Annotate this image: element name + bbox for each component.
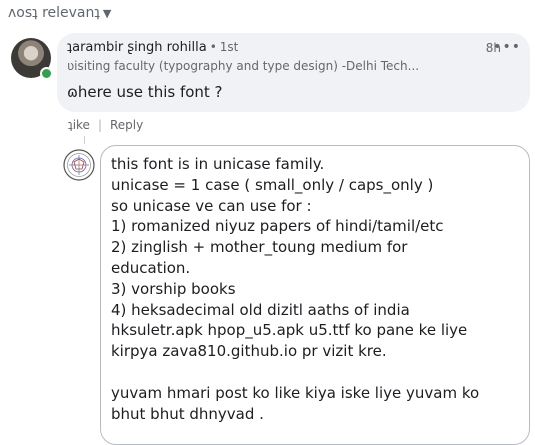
chevron-down-icon: ▼ — [102, 6, 112, 20]
reply-bubble: this font is in unicase family. unicase =… — [100, 145, 530, 445]
author-headline: ʋisiting faculty (typography and type de… — [67, 59, 420, 73]
avatar[interactable] — [11, 38, 53, 80]
circular-logo-icon — [63, 149, 95, 181]
sort-label: ʌosʇ relevanʇ — [8, 5, 100, 21]
reply-line: 3) vorship books — [111, 279, 236, 298]
comment-header: ʇarambir ʂingh rohilla • 1st — [67, 40, 238, 55]
comment-bubble: ʇarambir ʂingh rohilla • 1st ʋisiting facu… — [57, 33, 530, 112]
reply-line: 1) romanized niyuz papers of hindi/tamil… — [111, 217, 444, 236]
separator-dot: • — [209, 40, 217, 54]
reply-line: yuvam hmari post ko like kiya iske liye … — [111, 383, 480, 402]
reply-line: 4) heksadecimal old dizitl aaths of indi… — [111, 300, 410, 319]
online-status-icon — [40, 67, 53, 80]
connection-badge: 1st — [219, 40, 239, 54]
more-options-icon[interactable]: ••• — [493, 39, 521, 55]
reply-line: 2) zinglish + mother_toung medium for — [111, 238, 408, 257]
reply-button[interactable]: Reply — [110, 118, 143, 132]
thread-line — [84, 136, 85, 144]
sort-dropdown[interactable]: ʌosʇ relevanʇ ▼ — [8, 5, 111, 21]
reply-text: this font is in unicase family. unicase =… — [111, 154, 519, 424]
reply-line: bhut bhut dhnyvad . — [111, 404, 264, 423]
reply-avatar[interactable] — [63, 149, 95, 181]
reply-line — [111, 362, 519, 383]
comment-actions: ʇike | Reply — [68, 118, 143, 132]
reply-line: kirpya zava810.github.io pr vizit kre. — [111, 342, 387, 361]
reply-line: hksuletr.apk hpop_u5.apk u5.ttf ko pane … — [111, 321, 468, 340]
like-button[interactable]: ʇike — [68, 118, 90, 132]
reply-line: unicase = 1 case ( small_only / caps_onl… — [111, 175, 434, 194]
comment-text: ɷhere use this font ? — [67, 83, 223, 101]
actions-divider: | — [97, 118, 102, 132]
author-name[interactable]: ʇarambir ʂingh rohilla — [67, 40, 207, 55]
reply-line: this font is in unicase family. — [111, 155, 325, 173]
reply-line: education. — [111, 258, 191, 277]
reply-line: so unicase ve can use for : — [111, 196, 312, 215]
